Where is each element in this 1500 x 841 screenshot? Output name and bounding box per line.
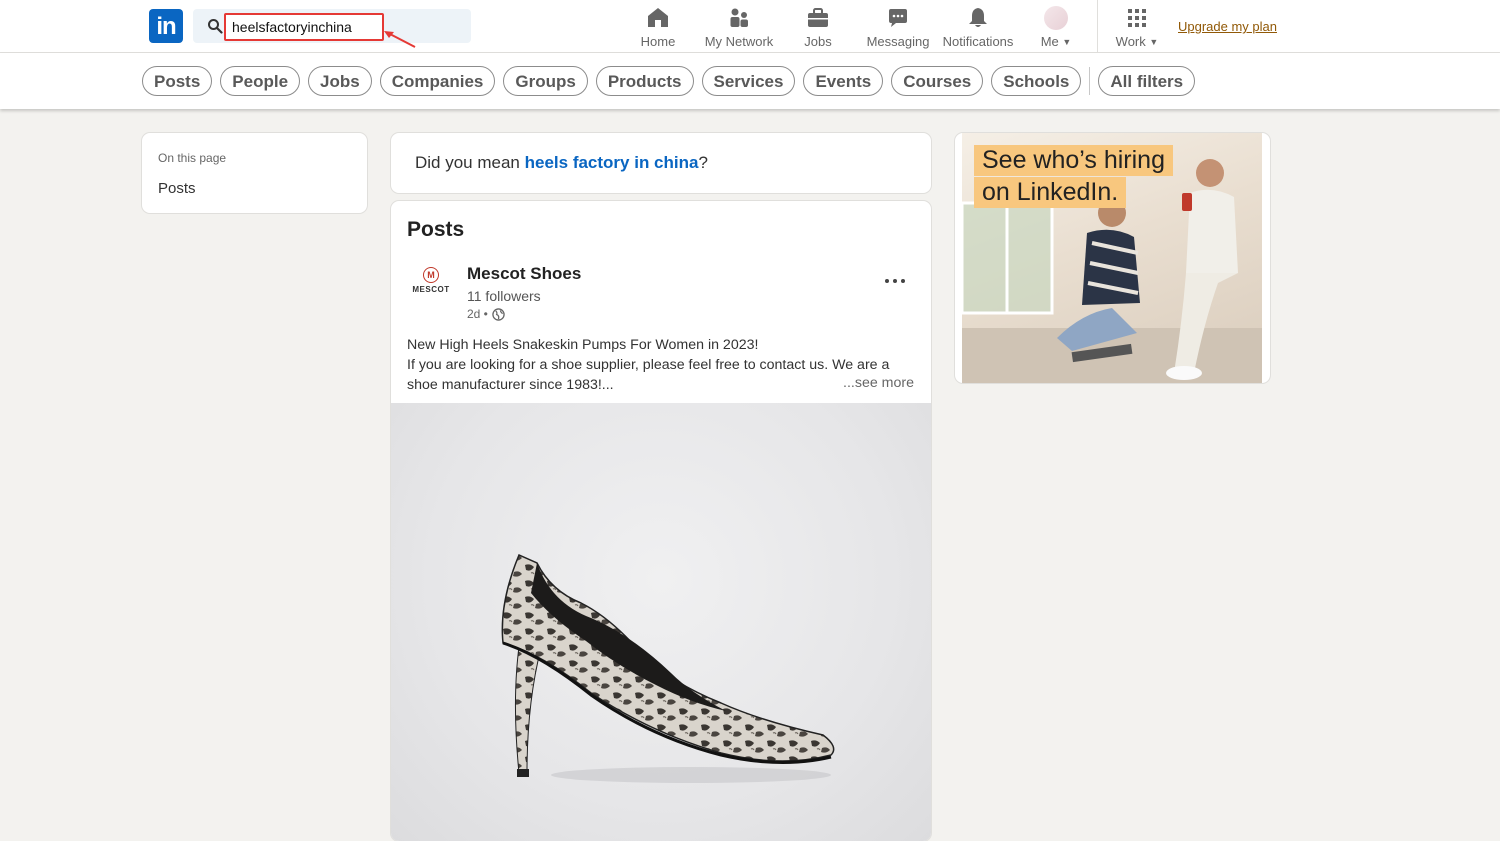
- posts-heading: Posts: [407, 218, 465, 241]
- nav-home-label: Home: [640, 34, 676, 49]
- grid-icon: [1128, 9, 1146, 27]
- post-text-line1: New High Heels Snakeskin Pumps For Women…: [407, 337, 759, 353]
- post-followers: 11 followers: [467, 288, 541, 304]
- nav-my-network[interactable]: My Network: [702, 6, 776, 50]
- linkedin-logo[interactable]: in: [149, 9, 183, 43]
- nav-jobs[interactable]: Jobs: [798, 6, 838, 50]
- filter-pills: Posts People Jobs Companies Groups Produ…: [142, 66, 1196, 96]
- on-this-page-title: On this page: [158, 151, 227, 165]
- on-this-page-posts-link[interactable]: Posts: [158, 180, 196, 197]
- ad-card[interactable]: See who’s hiring on LinkedIn.: [955, 133, 1270, 383]
- filter-jobs[interactable]: Jobs: [308, 66, 372, 96]
- nav-me[interactable]: Me ▼: [1036, 6, 1076, 50]
- search-filter-bar: Posts People Jobs Companies Groups Produ…: [0, 53, 1500, 109]
- network-icon: [730, 8, 748, 27]
- filter-divider: [1089, 67, 1091, 95]
- annotation-arrow-icon: [384, 31, 416, 48]
- filter-posts[interactable]: Posts: [142, 66, 213, 96]
- nav-my-network-label: My Network: [704, 34, 774, 49]
- nav-notifications-label: Notifications: [942, 34, 1014, 49]
- avatar: [1044, 6, 1068, 30]
- did-you-mean-prefix: Did you mean: [415, 153, 525, 172]
- caret-down-icon: ▼: [1062, 37, 1072, 47]
- nav-work[interactable]: Work ▼: [1114, 6, 1160, 50]
- post-age: 2d •: [467, 307, 488, 321]
- did-you-mean-text: Did you mean heels factory in china?: [415, 153, 708, 173]
- filter-courses[interactable]: Courses: [891, 66, 984, 96]
- nav-home[interactable]: Home: [636, 6, 680, 50]
- company-logo[interactable]: M MESCOT: [407, 263, 455, 311]
- nav-divider: [1097, 0, 1098, 52]
- nav-messaging-label: Messaging: [866, 34, 930, 49]
- company-logo-mark: M: [423, 267, 439, 283]
- nav-messaging[interactable]: Messaging: [866, 6, 930, 50]
- filter-people[interactable]: People: [220, 66, 301, 96]
- company-logo-word: MESCOT: [412, 285, 450, 294]
- filter-groups[interactable]: Groups: [503, 66, 588, 96]
- snakeskin-pump-image: [501, 554, 835, 783]
- globe-icon: [492, 307, 505, 321]
- nav-jobs-label: Jobs: [804, 34, 832, 49]
- upgrade-plan-link[interactable]: Upgrade my plan: [1178, 19, 1277, 34]
- nav-work-label: Work: [1115, 34, 1146, 49]
- filter-events[interactable]: Events: [803, 66, 884, 96]
- search-icon: [208, 19, 223, 34]
- did-you-mean-suggestion-link[interactable]: heels factory in china: [525, 153, 699, 172]
- nav-notifications[interactable]: Notifications: [940, 6, 1016, 50]
- ad-headline-line2: on LinkedIn.: [974, 177, 1127, 208]
- filter-schools[interactable]: Schools: [991, 66, 1082, 96]
- bell-icon: [969, 8, 987, 27]
- ad-headline-line1: See who’s hiring: [974, 145, 1173, 176]
- more-options-icon[interactable]: [881, 271, 909, 291]
- briefcase-icon: [808, 8, 828, 27]
- on-this-page-card: On this page Posts: [142, 133, 367, 213]
- post-meta: 2d •: [467, 307, 505, 321]
- post-image[interactable]: [391, 403, 931, 841]
- home-icon: [648, 8, 668, 27]
- messaging-icon: [889, 9, 907, 27]
- filter-companies[interactable]: Companies: [379, 66, 496, 96]
- did-you-mean-suffix: ?: [698, 153, 708, 172]
- filter-products[interactable]: Products: [595, 66, 694, 96]
- search-input[interactable]: [224, 13, 384, 41]
- caret-down-icon: ▼: [1149, 37, 1159, 47]
- search-bar[interactable]: [193, 9, 471, 43]
- nav-me-label: Me: [1040, 34, 1059, 49]
- filter-services[interactable]: Services: [701, 66, 796, 96]
- all-filters-button[interactable]: All filters: [1098, 66, 1196, 96]
- post-author[interactable]: Mescot Shoes: [467, 264, 581, 284]
- did-you-mean-card: Did you mean heels factory in china?: [391, 133, 931, 193]
- see-more-link[interactable]: ...see more: [837, 375, 914, 391]
- top-nav: in Home My Network Jobs: [0, 0, 1500, 53]
- posts-card: Posts M MESCOT Mescot Shoes 11 followers…: [391, 201, 931, 841]
